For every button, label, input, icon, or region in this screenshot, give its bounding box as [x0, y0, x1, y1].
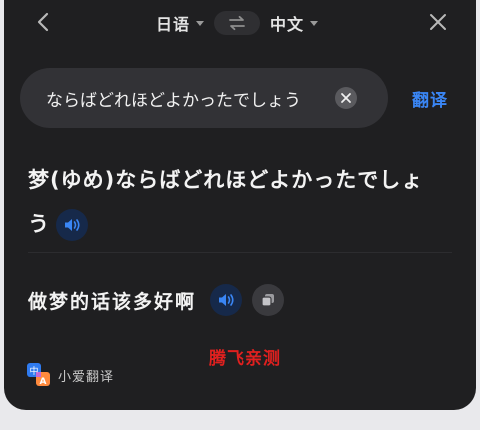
clear-input-button[interactable] — [335, 87, 357, 109]
divider — [28, 252, 452, 253]
caret-down-icon — [310, 20, 319, 26]
watermark-text: 腾飞亲测 — [209, 349, 281, 369]
translate-button[interactable]: 翻译 — [412, 86, 448, 111]
chevron-left-icon — [37, 12, 49, 32]
input-text: ならばどれほどよかったでしょう — [46, 91, 301, 111]
swap-language-button[interactable] — [214, 11, 261, 35]
copy-icon — [261, 294, 275, 307]
target-language-label: 中文 — [270, 15, 305, 34]
speaker-icon — [219, 294, 234, 306]
xiaoai-translate-logo: 中 A — [26, 362, 52, 388]
brand-name: 小爱翻译 — [58, 369, 115, 385]
source-text-input[interactable]: ならばどれほどよかったでしょう — [20, 68, 388, 128]
svg-text:A: A — [40, 377, 47, 387]
language-bar: 日语 中文 — [156, 10, 319, 36]
target-language-select[interactable]: 中文 — [270, 11, 319, 35]
source-language-label: 日语 — [156, 15, 191, 34]
source-language-select[interactable]: 日语 — [156, 11, 205, 35]
caret-down-icon — [196, 20, 205, 26]
close-icon — [430, 14, 446, 30]
source-speaker-button[interactable] — [56, 209, 88, 241]
target-result: 做梦的话该多好啊 — [28, 282, 285, 318]
source-result: 梦(ゆめ)ならばどれほどよかったでしょう — [28, 158, 428, 246]
back-button[interactable] — [32, 10, 56, 34]
target-speaker-button[interactable] — [210, 284, 243, 316]
brand: 中 A 小爱翻译 — [26, 362, 114, 388]
svg-text:中: 中 — [29, 365, 38, 377]
clear-circle-icon — [341, 93, 351, 103]
swap-arrows-icon — [229, 15, 245, 31]
close-button[interactable] — [428, 12, 448, 32]
translator-panel: 日语 中文 ならばどれほどよかったでしょう 翻译 梦(ゆめ)ならばどれほどよかっ… — [4, 0, 476, 410]
target-result-text: 做梦的话该多好啊 — [28, 290, 197, 313]
speaker-icon — [65, 219, 80, 231]
copy-button[interactable] — [252, 284, 285, 316]
